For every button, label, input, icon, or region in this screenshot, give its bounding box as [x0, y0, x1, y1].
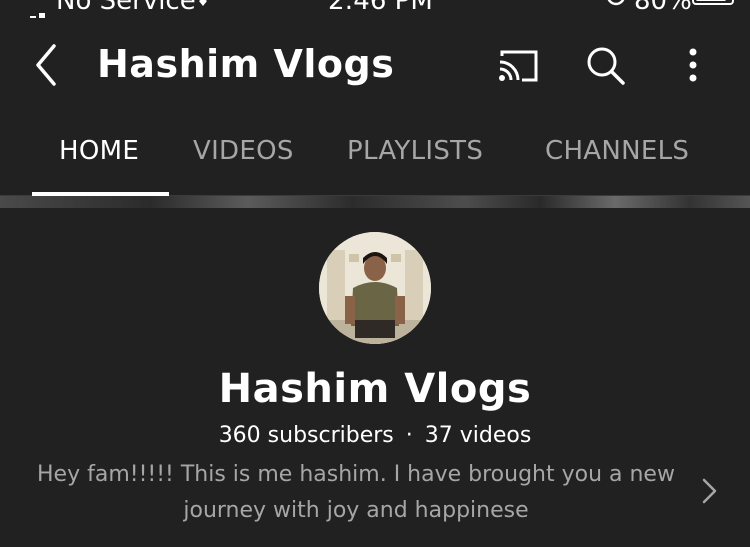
chevron-right-icon[interactable]: [700, 476, 720, 506]
tab-home[interactable]: HOME: [59, 136, 139, 166]
tab-playlists[interactable]: PLAYLISTS: [347, 136, 483, 166]
more-vertical-icon[interactable]: [678, 46, 708, 86]
channel-name: Hashim Vlogs: [218, 366, 532, 412]
app-header: Hashim Vlogs: [0, 18, 750, 118]
tab-videos[interactable]: VIDEOS: [193, 136, 294, 166]
tab-channels[interactable]: CHANNELS: [545, 136, 689, 166]
cast-icon[interactable]: [496, 46, 540, 86]
search-icon[interactable]: [584, 44, 628, 88]
stats-separator: ·: [405, 423, 413, 448]
wifi-icon: [199, 0, 207, 6]
avatar-photo: [319, 232, 431, 344]
channel-description[interactable]: Hey fam!!!!! This is me hashim. I have b…: [22, 457, 690, 529]
signal-icon: [12, 0, 48, 18]
subscriber-count: 360 subscribers: [218, 423, 394, 448]
battery-icon: [692, 0, 734, 5]
video-count: 37 videos: [424, 423, 532, 448]
carrier-label: No Service: [56, 0, 196, 16]
channel-banner: [0, 196, 750, 208]
status-bar: No Service 2:46 PM 80%: [0, 0, 750, 18]
channel-stats: 360 subscribers · 37 videos: [0, 423, 750, 448]
back-icon[interactable]: [28, 42, 64, 88]
header-title: Hashim Vlogs: [97, 42, 395, 86]
orientation-lock-icon: [607, 0, 625, 6]
clock: 2:46 PM: [328, 0, 433, 16]
channel-avatar[interactable]: [319, 232, 431, 344]
channel-tabs: HOME VIDEOS PLAYLISTS CHANNELS: [0, 118, 750, 196]
battery-percent: 80%: [634, 0, 692, 16]
